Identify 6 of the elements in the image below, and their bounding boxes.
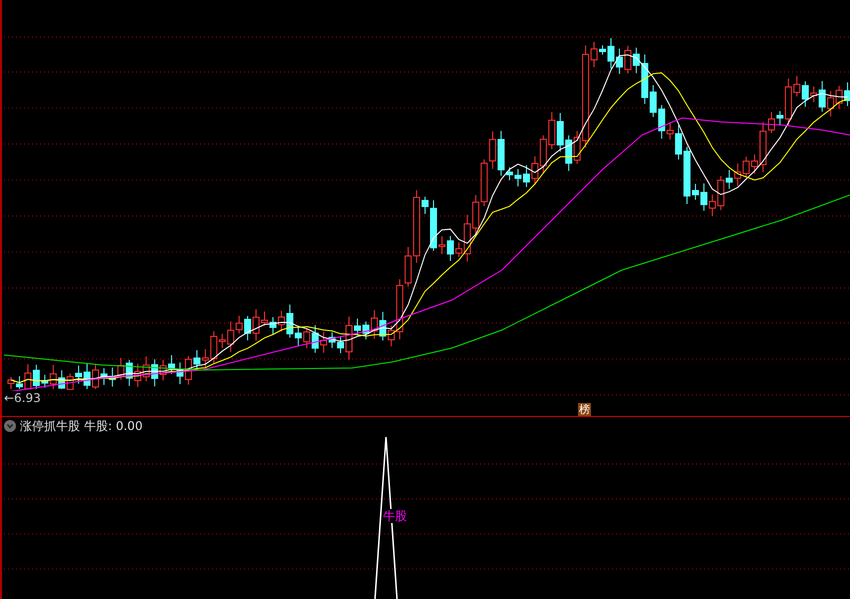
indicator-reading: 牛股: 0.00 [84,419,143,433]
rank-badge: 榜 [578,403,591,416]
signal-label: 牛股 [383,509,407,523]
collapse-icon[interactable] [4,420,16,432]
low-price-label: ←6.93 [4,391,41,405]
indicator-title: 涨停抓牛股 [20,419,80,433]
